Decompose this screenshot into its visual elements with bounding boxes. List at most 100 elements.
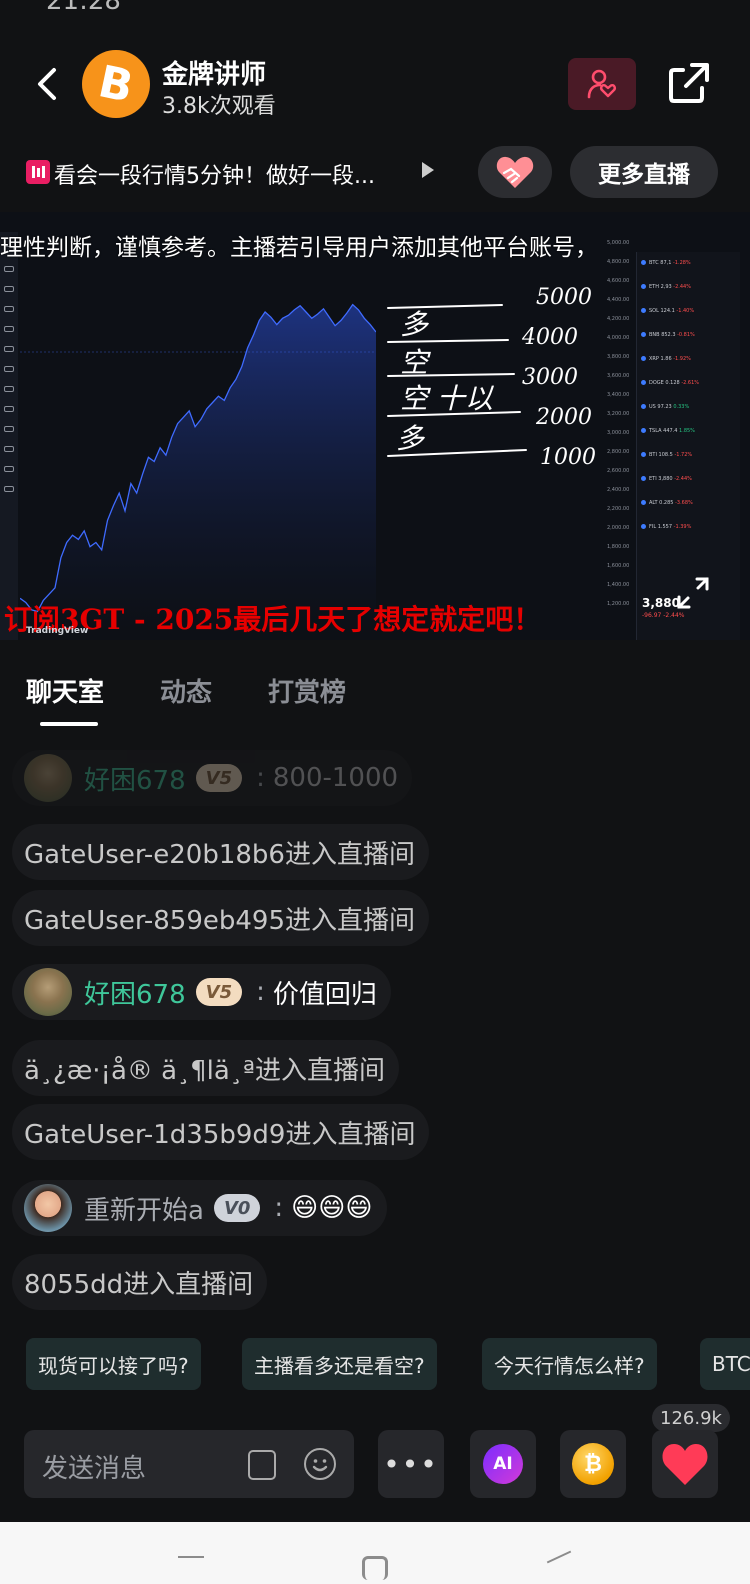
- join-text: GateUser-1d35b9d9进入直播间: [24, 1119, 416, 1150]
- sticker-icon[interactable]: [248, 1450, 276, 1480]
- coin-dot-icon: [641, 500, 646, 505]
- more-button[interactable]: •••: [378, 1430, 444, 1498]
- vip-badge: V5: [195, 978, 243, 1006]
- status-bar: 21:28: [0, 0, 750, 14]
- coin-dot-icon: [641, 428, 646, 433]
- live-stream-video[interactable]: 5000 4000 3000 2000 1000 多 空 空 十以 多 5,00…: [0, 212, 750, 640]
- message-placeholder: 发送消息: [42, 1454, 147, 1484]
- axis-tick-label: 2,400.00: [607, 487, 630, 493]
- announcement-bar: 看会一段行情5分钟！做好一段... 更多直播: [0, 146, 750, 200]
- tab-activity[interactable]: 动态: [160, 672, 212, 709]
- chat-text: 800-1000: [272, 763, 399, 793]
- system-message: GateUser-859eb495进入直播间: [12, 890, 430, 946]
- quick-reply-chip[interactable]: 主播看多还是看空?: [242, 1338, 437, 1390]
- watchlist-change: -1.92%: [673, 356, 691, 362]
- coin-dot-icon: [641, 380, 646, 385]
- watchlist-row[interactable]: ETH 2,93 -2.44%: [641, 284, 741, 294]
- message-input[interactable]: 发送消息: [24, 1430, 354, 1498]
- watchlist-text: ALT 0.285: [649, 500, 676, 506]
- watchlist-row[interactable]: US 97.23 0.33%: [641, 404, 741, 414]
- chat-message[interactable]: 好困678 V5 : 价值回归: [12, 964, 391, 1020]
- monkey-avatar[interactable]: [24, 968, 72, 1016]
- host-avatar[interactable]: B: [82, 50, 150, 118]
- watchlist-text: BTC 87,1: [649, 260, 673, 266]
- gift-like-button[interactable]: [478, 146, 552, 198]
- axis-tick-label: 1,800.00: [607, 544, 630, 550]
- chat-message[interactable]: 重新开始a V0 : 😄😄😄: [12, 1180, 387, 1236]
- axis-tick-label: 2,200.00: [607, 506, 630, 512]
- recents-icon[interactable]: [178, 1556, 204, 1558]
- coin-dot-icon: [641, 260, 646, 265]
- axis-tick-label: 3,400.00: [607, 392, 630, 398]
- expand-icon[interactable]: [676, 576, 710, 610]
- quick-reply-chip[interactable]: 今天行情怎么样?: [482, 1338, 657, 1390]
- watchlist-text: BNB 852.3: [649, 332, 678, 338]
- watchlist-row[interactable]: TSLA 447.4 1.85%: [641, 428, 741, 438]
- coin-dot-icon: [641, 452, 646, 457]
- join-text: GateUser-859eb495进入直播间: [24, 905, 416, 936]
- more-dots-icon: •••: [383, 1447, 439, 1481]
- watchlist-row[interactable]: DOGE 0.128 -2.61%: [641, 380, 741, 390]
- share-icon[interactable]: [666, 60, 712, 106]
- chat-username[interactable]: 重新开始a: [84, 1190, 204, 1227]
- coin-button[interactable]: ₿: [560, 1430, 626, 1498]
- person-avatar[interactable]: [24, 1184, 72, 1232]
- watchlist-change: -2.61%: [681, 380, 700, 386]
- tab-chatroom[interactable]: 聊天室: [26, 672, 104, 709]
- like-button[interactable]: [652, 1430, 718, 1498]
- back-arrow-icon[interactable]: [30, 64, 66, 104]
- play-arrow-icon[interactable]: [422, 162, 434, 178]
- more-live-button[interactable]: 更多直播: [570, 146, 718, 198]
- host-name[interactable]: 金牌讲师: [162, 54, 266, 91]
- status-time: 21:28: [46, 0, 121, 14]
- watchlist-text: DOGE 0.128: [649, 380, 682, 386]
- chat-username[interactable]: 好困678: [84, 760, 186, 797]
- watchlist-row[interactable]: BTC 87,1 -1.28%: [641, 260, 741, 270]
- active-tab-indicator: [40, 722, 98, 726]
- watchlist-row[interactable]: ALT 0.285 -3.68%: [641, 500, 741, 510]
- watchlist-row[interactable]: SOL 124.1 -1.40%: [641, 308, 741, 318]
- axis-tick-label: 4,000.00: [607, 335, 630, 341]
- back-icon[interactable]: [546, 1550, 572, 1564]
- level-label: 3000: [522, 365, 578, 390]
- monkey-avatar[interactable]: [24, 754, 72, 802]
- announcement-text[interactable]: 看会一段行情5分钟！做好一段...: [54, 158, 375, 190]
- watchlist-change: 1.85%: [679, 428, 695, 434]
- ai-button[interactable]: AI: [470, 1430, 536, 1498]
- watchlist-change: -0.81%: [677, 332, 695, 338]
- axis-tick-label: 3,800.00: [607, 354, 630, 360]
- equalizer-icon: [26, 160, 50, 184]
- note-label: 空 十以: [400, 382, 495, 415]
- follow-button[interactable]: [568, 58, 636, 110]
- chat-text: 价值回归: [272, 979, 377, 1010]
- emoji-icon[interactable]: [304, 1448, 336, 1480]
- chat-username[interactable]: 好困678: [84, 974, 186, 1011]
- watchlist-text: BTI 108.5: [649, 452, 675, 458]
- axis-tick-label: 4,600.00: [607, 278, 630, 284]
- axis-tick-label: 3,000.00: [607, 430, 630, 436]
- home-icon[interactable]: [362, 1556, 388, 1580]
- watchlist-row[interactable]: ETI 3,880 -2.44%: [641, 476, 741, 486]
- bitcoin-logo-icon: B: [94, 55, 138, 113]
- chat-message[interactable]: 好困678 V5 : 800-1000: [12, 750, 413, 806]
- quick-reply-chip[interactable]: 现货可以接了吗?: [26, 1338, 201, 1390]
- watchlist-row[interactable]: XRP 1.86 -1.92%: [641, 356, 741, 366]
- axis-tick-label: 4,400.00: [607, 297, 630, 303]
- watchlist-change: -3.68%: [675, 500, 693, 506]
- coin-dot-icon: [641, 356, 646, 361]
- axis-tick-label: 2,800.00: [607, 449, 630, 455]
- system-navigation-bar: [0, 1522, 750, 1584]
- watchlist-change: -2.44%: [673, 284, 691, 290]
- watchlist-row[interactable]: BNB 852.3 -0.81%: [641, 332, 741, 342]
- watchlist-change: -1.28%: [673, 260, 691, 266]
- bottom-action-bar: 发送消息 ••• AI ₿: [0, 1430, 750, 1500]
- axis-tick-label: 1,400.00: [607, 582, 630, 588]
- axis-tick-label: 2,600.00: [607, 468, 630, 474]
- tab-leaderboard[interactable]: 打赏榜: [268, 672, 346, 709]
- eth-price-chart: [20, 303, 376, 632]
- live-header: B 金牌讲师 3.8k次观看: [0, 42, 750, 132]
- watchlist-row[interactable]: BTI 108.5 -1.72%: [641, 452, 741, 462]
- watchlist-row[interactable]: FIL 1.557 -1.39%: [641, 524, 741, 534]
- axis-tick-label: 5,000.00: [607, 240, 630, 246]
- quick-reply-chip[interactable]: BTC: [700, 1338, 750, 1390]
